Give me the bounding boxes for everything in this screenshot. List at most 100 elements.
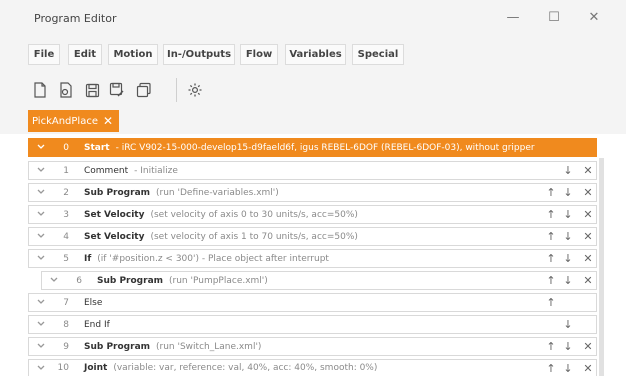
delete-icon[interactable]: ✕: [582, 362, 594, 376]
program-row-sub-program-nested[interactable]: 6 Sub Program (run 'PumpPlace.xml') ↑ ↓ ✕: [41, 271, 597, 290]
move-up-icon[interactable]: ↑: [545, 362, 557, 376]
program-row-set-velocity[interactable]: 4 Set Velocity (set velocity of axis 1 to…: [28, 227, 597, 246]
move-down-icon[interactable]: ↓: [562, 164, 574, 178]
new-file-icon[interactable]: [31, 81, 49, 99]
tab-label: PickAndPlace: [32, 115, 98, 127]
open-file-icon[interactable]: [57, 81, 75, 99]
row-detail: (run 'Switch_Lane.xml'): [156, 341, 262, 352]
menu-bar: File Edit Motion In-/Outputs Flow Variab…: [0, 38, 626, 70]
save-as-icon[interactable]: [108, 81, 126, 99]
chevron-down-icon[interactable]: [36, 165, 46, 175]
program-row-set-velocity[interactable]: 3 Set Velocity (set velocity of axis 0 to…: [28, 205, 597, 224]
row-detail: (set velocity of axis 0 to 30 units/s, a…: [150, 209, 358, 220]
delete-icon[interactable]: ✕: [582, 252, 594, 266]
tab-pickandplace[interactable]: PickAndPlace ✕: [28, 110, 120, 132]
program-row-sub-program[interactable]: 9 Sub Program (run 'Switch_Lane.xml') ↑ ↓…: [28, 337, 597, 356]
move-down-icon[interactable]: ↓: [562, 274, 574, 288]
row-number: 1: [63, 165, 69, 176]
move-down-icon[interactable]: ↓: [562, 252, 574, 266]
row-number: 2: [63, 187, 69, 198]
row-command: End If: [84, 319, 110, 330]
row-number: 5: [63, 253, 69, 264]
row-command: Sub Program (run 'Define-variables.xml'): [84, 187, 279, 198]
delete-icon[interactable]: ✕: [582, 186, 594, 200]
program-row-sub-program[interactable]: 2 Sub Program (run 'Define-variables.xml'…: [28, 183, 597, 202]
menu-edit[interactable]: Edit: [68, 44, 102, 65]
move-up-icon[interactable]: ↑: [545, 274, 557, 288]
row-detail: (if '#position.z < 300') - Place object …: [97, 253, 329, 264]
move-up-icon[interactable]: ↑: [545, 252, 557, 266]
program-row-comment[interactable]: 1 Comment - Initialize ↓ ✕: [28, 161, 597, 180]
tab-close-icon[interactable]: ✕: [103, 114, 113, 128]
chevron-down-icon[interactable]: [36, 319, 46, 329]
settings-icon[interactable]: [186, 81, 204, 99]
row-detail: - Initialize: [134, 165, 178, 176]
delete-icon[interactable]: ✕: [582, 208, 594, 222]
toolbar-separator: [176, 78, 177, 102]
delete-icon[interactable]: ✕: [582, 164, 594, 178]
row-number: 4: [63, 231, 69, 242]
window-title: Program Editor: [34, 12, 117, 25]
chevron-down-icon[interactable]: [36, 142, 46, 152]
chevron-down-icon[interactable]: [36, 363, 46, 373]
menu-file[interactable]: File: [28, 44, 60, 65]
menu-special[interactable]: Special: [352, 44, 404, 65]
row-number: 6: [76, 275, 82, 286]
program-row-if[interactable]: 5 If (if '#position.z < 300') - Place obj…: [28, 249, 597, 268]
row-number: 7: [63, 297, 69, 308]
chevron-down-icon[interactable]: [49, 275, 59, 285]
row-command: If (if '#position.z < 300') - Place objec…: [84, 253, 329, 264]
move-down-icon[interactable]: ↓: [562, 362, 574, 376]
save-icon[interactable]: [83, 81, 101, 99]
menu-variables[interactable]: Variables: [285, 44, 346, 65]
delete-icon[interactable]: ✕: [582, 230, 594, 244]
row-command: Joint (variable: var, reference: val, 40%…: [84, 363, 378, 373]
move-down-icon[interactable]: ↓: [562, 208, 574, 222]
chevron-down-icon[interactable]: [36, 341, 46, 351]
copy-icon[interactable]: [135, 81, 153, 99]
move-up-icon[interactable]: ↑: [545, 186, 557, 200]
chevron-down-icon[interactable]: [36, 187, 46, 197]
row-command: Else: [84, 297, 103, 308]
program-row-start[interactable]: 0 Start - iRC V902-15-000-develop15-d9fae…: [28, 138, 597, 157]
row-number: 10: [57, 363, 69, 373]
move-up-icon[interactable]: ↑: [545, 340, 557, 354]
move-down-icon[interactable]: ↓: [562, 186, 574, 200]
row-command: Start - iRC V902-15-000-develop15-d9faeld…: [84, 142, 535, 153]
row-detail: (variable: var, reference: val, 40%, acc…: [113, 363, 378, 373]
title-bar: Program Editor — ☐ ✕: [0, 0, 626, 38]
vertical-scrollbar[interactable]: [599, 158, 604, 376]
menu-in-outputs[interactable]: In-/Outputs: [163, 44, 235, 65]
row-command: Sub Program (run 'PumpPlace.xml'): [97, 275, 268, 286]
row-number: 3: [63, 209, 69, 220]
move-down-icon[interactable]: ↓: [562, 340, 574, 354]
row-command: Comment - Initialize: [84, 165, 178, 176]
maximize-icon[interactable]: ☐: [544, 10, 564, 25]
row-detail: (set velocity of axis 1 to 70 units/s, a…: [150, 231, 358, 242]
row-detail: (run 'Define-variables.xml'): [156, 187, 279, 198]
row-command: Sub Program (run 'Switch_Lane.xml'): [84, 341, 262, 352]
move-up-icon[interactable]: ↑: [545, 230, 557, 244]
move-up-icon[interactable]: ↑: [545, 296, 557, 310]
minimize-icon[interactable]: —: [503, 10, 523, 25]
move-up-icon[interactable]: ↑: [545, 208, 557, 222]
menu-motion[interactable]: Motion: [108, 44, 158, 65]
delete-icon[interactable]: ✕: [582, 274, 594, 288]
move-down-icon[interactable]: ↓: [562, 230, 574, 244]
chevron-down-icon[interactable]: [36, 297, 46, 307]
program-row-else[interactable]: 7 Else ↑: [28, 293, 597, 312]
chevron-down-icon[interactable]: [36, 253, 46, 263]
row-command: Set Velocity (set velocity of axis 0 to 3…: [84, 209, 358, 220]
close-icon[interactable]: ✕: [584, 10, 604, 25]
chevron-down-icon[interactable]: [36, 231, 46, 241]
row-number: 0: [63, 142, 69, 153]
row-command: Set Velocity (set velocity of axis 1 to 7…: [84, 231, 358, 242]
row-number: 8: [63, 319, 69, 330]
menu-flow[interactable]: Flow: [240, 44, 278, 65]
program-row-end-if[interactable]: 8 End If ↓: [28, 315, 597, 334]
program-row-joint[interactable]: 10 Joint (variable: var, reference: val, …: [28, 359, 597, 376]
chevron-down-icon[interactable]: [36, 209, 46, 219]
row-detail: - iRC V902-15-000-develop15-d9faeld6f, i…: [115, 142, 535, 153]
delete-icon[interactable]: ✕: [582, 340, 594, 354]
move-down-icon[interactable]: ↓: [562, 318, 574, 332]
